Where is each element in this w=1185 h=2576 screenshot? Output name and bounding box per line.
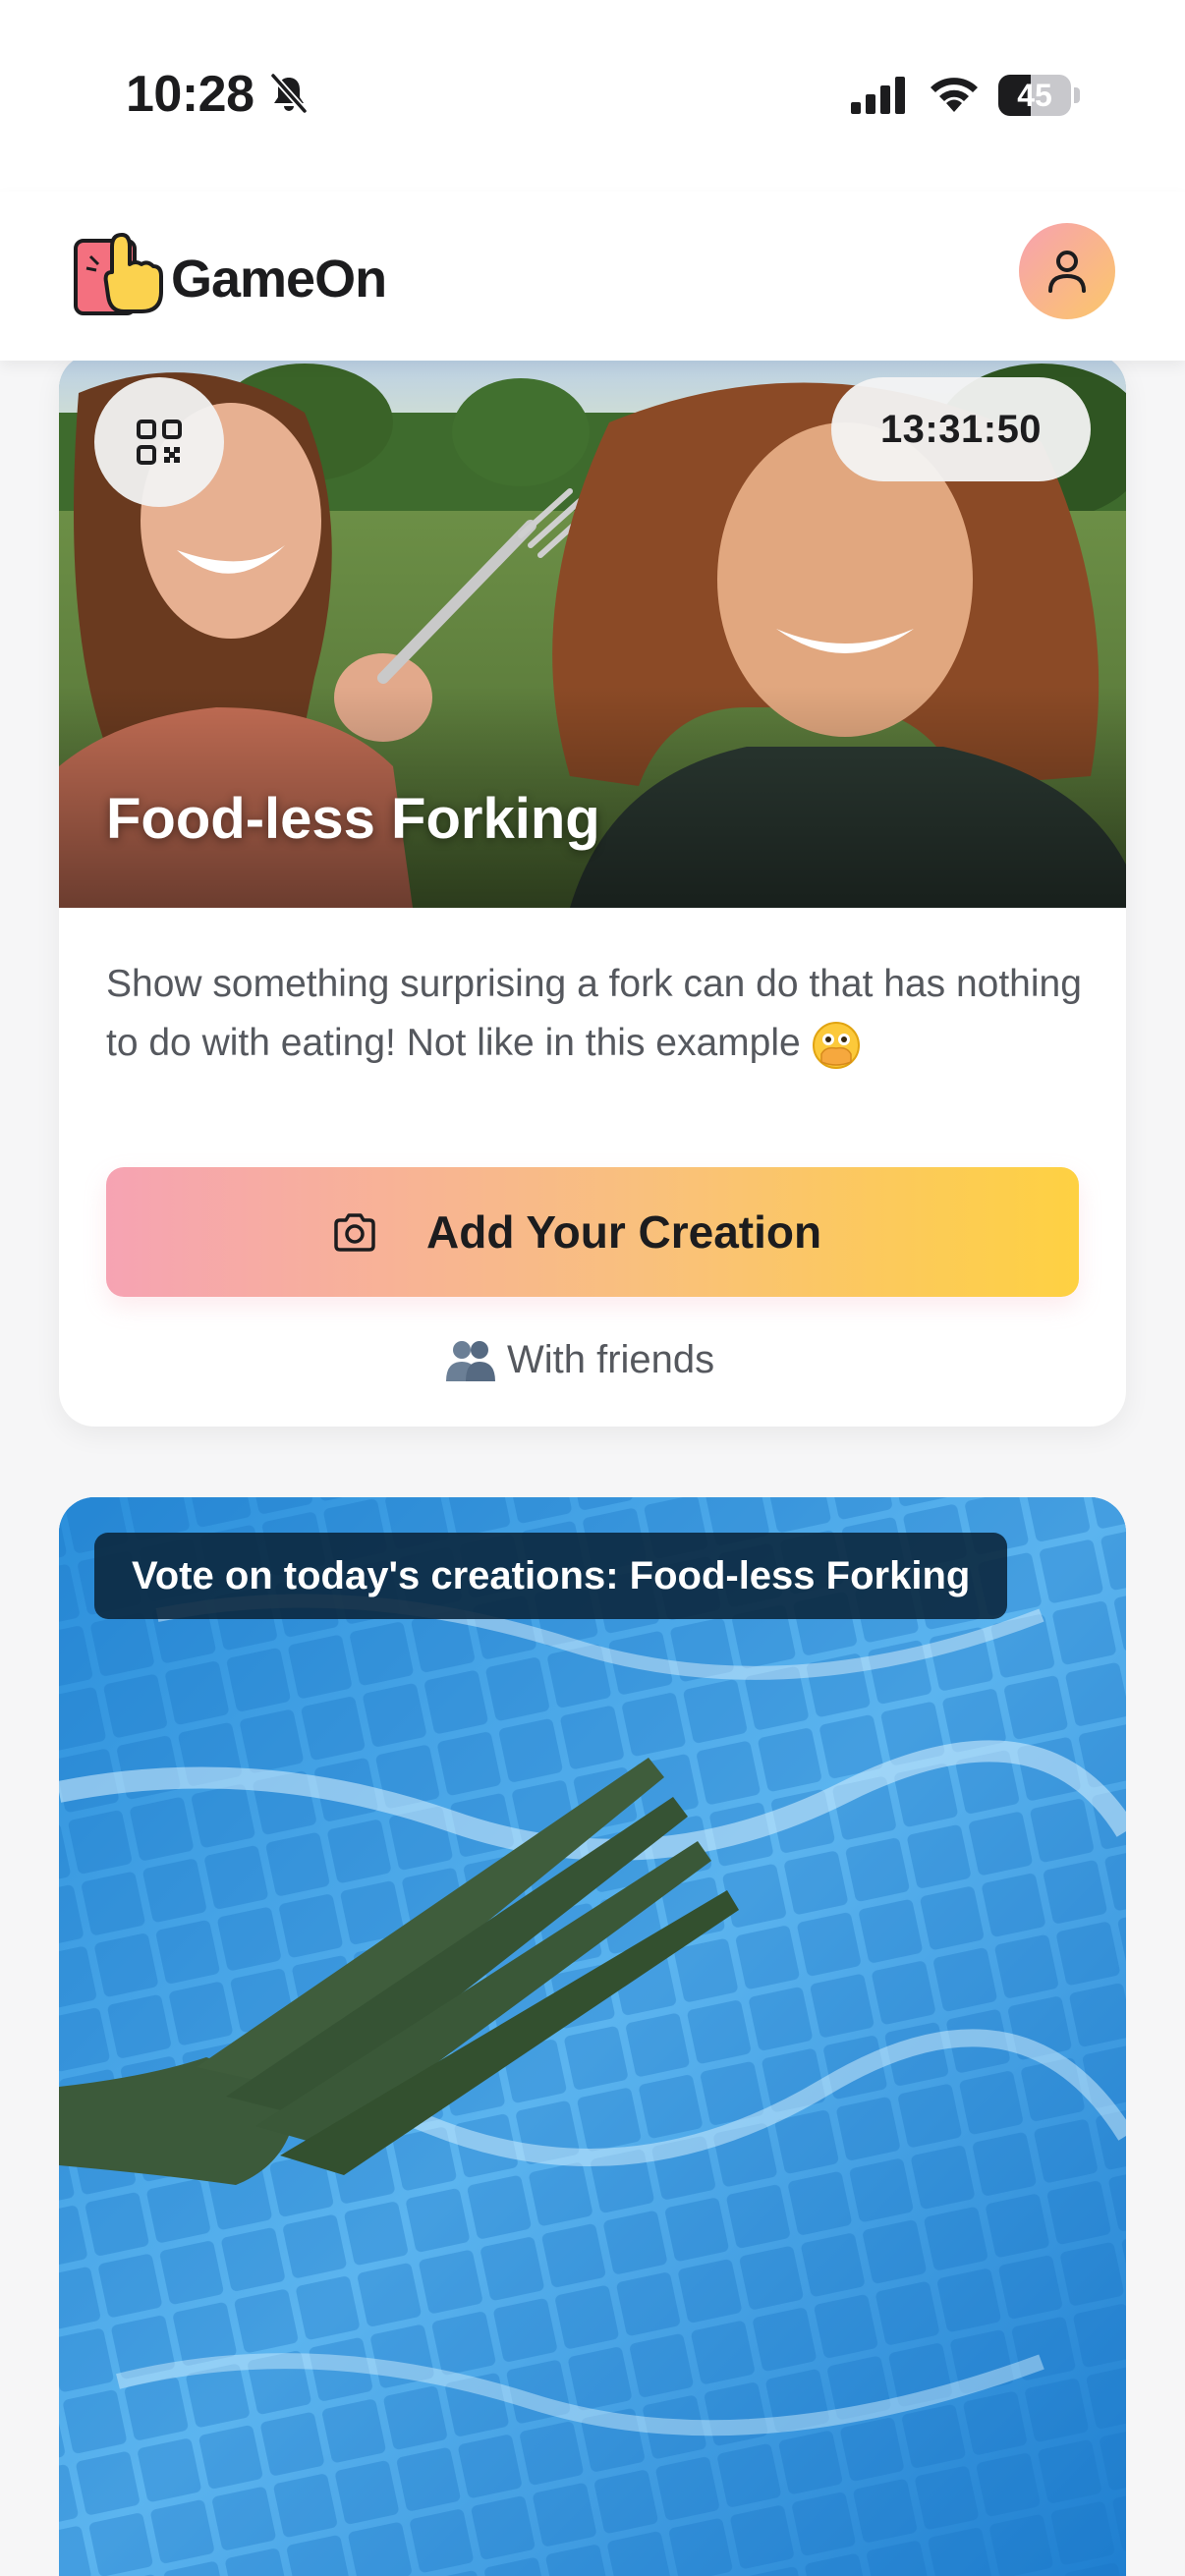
with-friends-label: With friends [507,1338,715,1381]
challenge-card: 13:31:50 Food-less Forking Show somethin… [59,354,1126,1427]
bell-slash-icon [270,73,308,114]
vote-card[interactable]: Vote on today's creations: Food-less For… [59,1497,1126,2576]
battery-icon: 45 [998,75,1081,116]
challenge-description-text: Show something surprising a fork can do … [106,963,1082,1064]
profile-button[interactable] [1019,223,1115,319]
qr-code-button[interactable] [94,377,224,507]
challenge-title: Food-less Forking [106,787,600,851]
qr-code-icon [137,420,182,465]
person-icon [1048,251,1086,293]
add-creation-button[interactable]: Add Your Creation [106,1167,1079,1297]
wifi-icon [931,78,978,112]
face-with-hand-over-mouth-icon [812,1021,860,1069]
vote-banner: Vote on today's creations: Food-less For… [94,1533,1008,1619]
countdown-timer: 13:31:50 [831,377,1091,481]
add-creation-label: Add Your Creation [426,1206,822,1258]
cellular-signal-icon [851,77,905,114]
creation-photo [59,1497,1126,2576]
brand-name: GameOn [171,250,387,308]
status-time: 10:28 [126,66,254,123]
busts-in-silhouette-icon [446,1341,495,1381]
app-header: GameOn [0,192,1185,361]
battery-percent: 45 [1017,78,1052,113]
challenge-description: Show something surprising a fork can do … [106,955,1089,1073]
pointing-hand-logo-icon[interactable] [73,227,169,317]
status-bar: 10:28 45 [0,0,1185,192]
camera-icon [334,1213,375,1252]
challenge-image[interactable]: 13:31:50 Food-less Forking [59,354,1126,908]
